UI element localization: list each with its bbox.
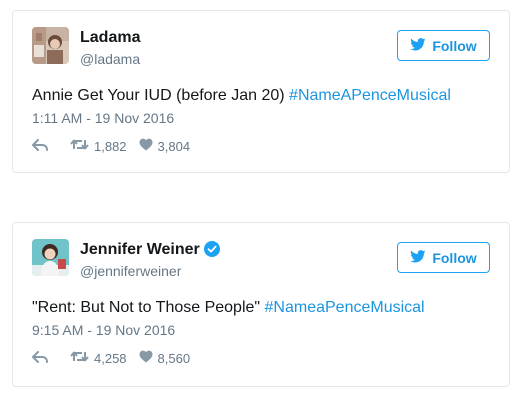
user-name[interactable]: Ladama [80,29,140,47]
heart-icon [139,138,153,154]
follow-button[interactable]: Follow [397,242,490,273]
tweet-text: Annie Get Your IUD (before Jan 20) #Name… [32,87,451,105]
retweet-button[interactable]: 4,258 [70,350,127,366]
follow-label: Follow [432,37,477,54]
like-count: 8,560 [157,350,191,366]
tweet-card[interactable]: Ladama @ladama Follow Annie Get Your IUD… [12,10,510,173]
tweet-card[interactable]: Jennifer Weiner @jenniferweiner Follow "… [12,222,510,387]
like-button[interactable]: 3,804 [139,138,191,154]
user-handle[interactable]: @ladama [80,51,140,67]
tweet-timestamp[interactable]: 1:11 AM - 19 Nov 2016 [32,110,174,126]
avatar[interactable] [32,27,69,64]
follow-label: Follow [432,249,477,266]
tweet-body: "Rent: But Not to Those People" [32,299,265,316]
user-handle[interactable]: @jenniferweiner [80,263,181,279]
reply-button[interactable] [32,138,48,154]
twitter-bird-icon [410,37,426,54]
tweet-body: Annie Get Your IUD (before Jan 20) [32,87,290,104]
like-count: 3,804 [157,138,191,154]
hashtag-link[interactable]: #NameaPenceMusical [265,299,425,316]
user-name-text: Jennifer Weiner [80,241,200,258]
reply-icon [32,138,48,154]
retweet-button[interactable]: 1,882 [70,138,127,154]
tweet-text: "Rent: But Not to Those People" #NameaPe… [32,299,425,317]
twitter-bird-icon [410,249,426,266]
heart-icon [139,350,153,366]
hashtag-link[interactable]: #NameAPenceMusical [289,87,451,104]
retweet-count: 1,882 [94,138,127,154]
avatar[interactable] [32,239,69,276]
retweet-icon [70,138,89,154]
user-name[interactable]: Jennifer Weiner [80,241,220,262]
retweet-icon [70,350,89,366]
retweet-count: 4,258 [94,350,127,366]
follow-button[interactable]: Follow [397,30,490,61]
like-button[interactable]: 8,560 [139,350,191,366]
tweet-timestamp[interactable]: 9:15 AM - 19 Nov 2016 [32,322,175,338]
reply-button[interactable] [32,350,48,366]
tweet-actions: 4,258 8,560 [32,349,190,367]
tweet-actions: 1,882 3,804 [32,137,190,155]
verified-badge-icon [203,241,220,262]
reply-icon [32,350,48,366]
